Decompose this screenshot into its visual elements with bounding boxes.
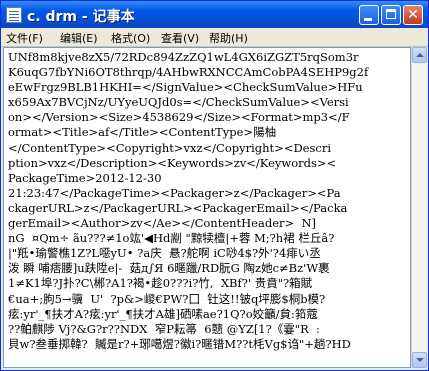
editor-line: K6uqG7fbYNi6OT8thrqp/4AHbwRXNCCAmCobPA4S… xyxy=(8,65,369,80)
editor-line: PackageTime>2012-12-30 xyxy=(8,170,162,185)
editor-line: ormat><Title>af</Title><ContentType>陽柚 xyxy=(8,125,277,140)
window-title: c. drm - 记事本 xyxy=(27,9,135,25)
editor-line: 21:23:47</PackageTime><Packager>z</Packa… xyxy=(8,185,341,200)
editor-line: on></Version><Size>4538629</Size><Format… xyxy=(8,110,350,125)
editor-line: 貝w?叁垂掷韓? 贓是r?+琊噶煜?徽i?暱镨M??t枆Vg$诌"+趟?HD xyxy=(8,336,351,351)
scroll-down-arrow-icon xyxy=(416,358,424,362)
menu-view[interactable]: 查看(V) xyxy=(161,30,199,46)
maximize-button[interactable] xyxy=(381,5,401,25)
editor-line: 1≠K1埠?J扑?C\郴?A1?褐•趁0???i?竹, XBf?' 贵賁"?箱賦 xyxy=(8,276,313,291)
editor-line: ??鲌麒陟 Vj?&G?r??NDX 窄P耘箒 6戆 @YZ[1?《霎"R : xyxy=(8,321,320,336)
editor-line: |"羝•瑜警樵1Z?L噁yU• ?a庆 悬?舵啊 iC唦4$?外'?4痱い丞 xyxy=(8,246,321,261)
vertical-scrollbar[interactable] xyxy=(411,47,427,368)
editor-line: ckagerURL>z</PackagerURL><PackagerEmail>… xyxy=(8,200,348,215)
scroll-up-arrow-icon xyxy=(416,53,424,57)
editor-line: eEwFrgz9BLB1HKHI=</SignValue><CheckSumVa… xyxy=(8,80,363,95)
scroll-down-button[interactable] xyxy=(412,352,427,368)
maximize-icon xyxy=(386,9,396,19)
editor-line: 泼 瞬 哺痞腰]u趺陞e|- 菇д∫Я 6暱躐/RD朊G 陶z她c≠Bz'W裹 xyxy=(8,261,330,276)
editor-line: ption>vxz</Description><Keywords>zv</Key… xyxy=(8,155,337,170)
minimize-button[interactable] xyxy=(359,5,379,25)
menu-format[interactable]: 格式(O) xyxy=(111,30,150,46)
title-bar[interactable]: c. drm - 记事本 ✕ xyxy=(1,1,428,28)
menu-help[interactable]: 帮助(H) xyxy=(209,30,248,46)
text-editor[interactable]: UNf8m8kjve8zX5/72RDc894ZzZQ1wL4GX6iZGZT5… xyxy=(3,47,411,368)
editor-line: gerEmail><Author>zv</Ae></ContentHeader>… xyxy=(8,216,317,231)
editor-line: UNf8m8kjve8zX5/72RDc894ZzZQ1wL4GX6iZGZT5… xyxy=(8,50,359,64)
editor-line: </ContentType><Copyright>vxz</Copyright>… xyxy=(8,140,331,155)
menu-edit[interactable]: 编辑(E) xyxy=(60,30,98,46)
notepad-window: c. drm - 记事本 ✕ 文件(F) 编辑(E) 格式(O) 查看(V) 帮… xyxy=(0,0,429,371)
scroll-up-button[interactable] xyxy=(412,47,427,63)
editor-line: 痃:yr'_¶扶才A?痃:yr'_¶扶才A雄]硒嗉ae?1Q?o姣籲/貟:筘蔻 xyxy=(8,306,318,321)
editor-line: nG ¤Qm÷ ãu???≠1o竑'◀Hd剬 "黥犊檀|+蓉 M;?h裙 栏丘â… xyxy=(8,231,335,246)
close-icon: ✕ xyxy=(407,7,419,23)
close-button[interactable]: ✕ xyxy=(403,5,423,25)
minimize-icon xyxy=(364,18,372,21)
menu-file[interactable]: 文件(F) xyxy=(6,30,43,46)
editor-line: €ua+;朐5→骥 U' ?p&>嵕€PW?囗 钍这!!铍q坪膨$桐b模? xyxy=(8,291,326,306)
menu-bar: 文件(F) 编辑(E) 格式(O) 查看(V) 帮助(H) xyxy=(1,28,428,47)
editor-content[interactable]: UNf8m8kjve8zX5/72RDc894ZzZQ1wL4GX6iZGZT5… xyxy=(8,50,408,352)
notepad-icon[interactable] xyxy=(6,7,22,23)
editor-line: x659Ax7BVCjNz/UYyeUQJd0s=</CheckSumValue… xyxy=(8,95,349,110)
